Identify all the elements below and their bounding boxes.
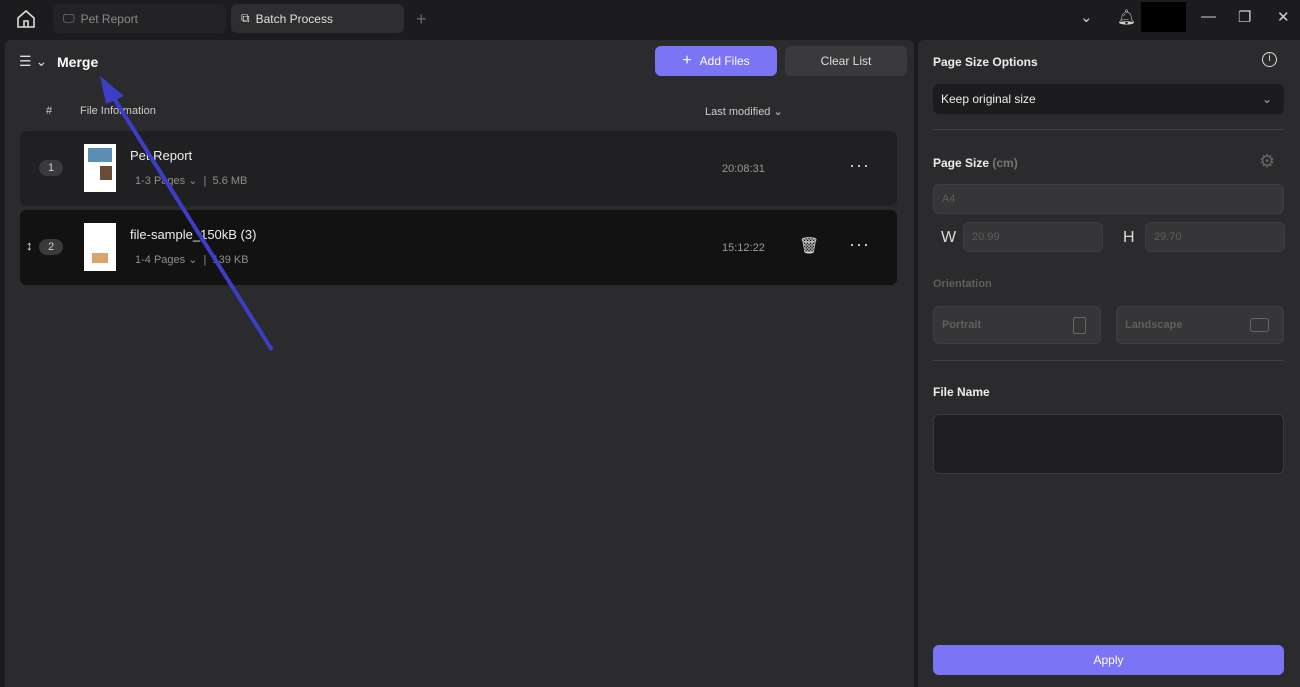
arrow-head [100,76,124,104]
arrow-shaft [108,90,274,352]
annotation-arrow [100,76,274,352]
